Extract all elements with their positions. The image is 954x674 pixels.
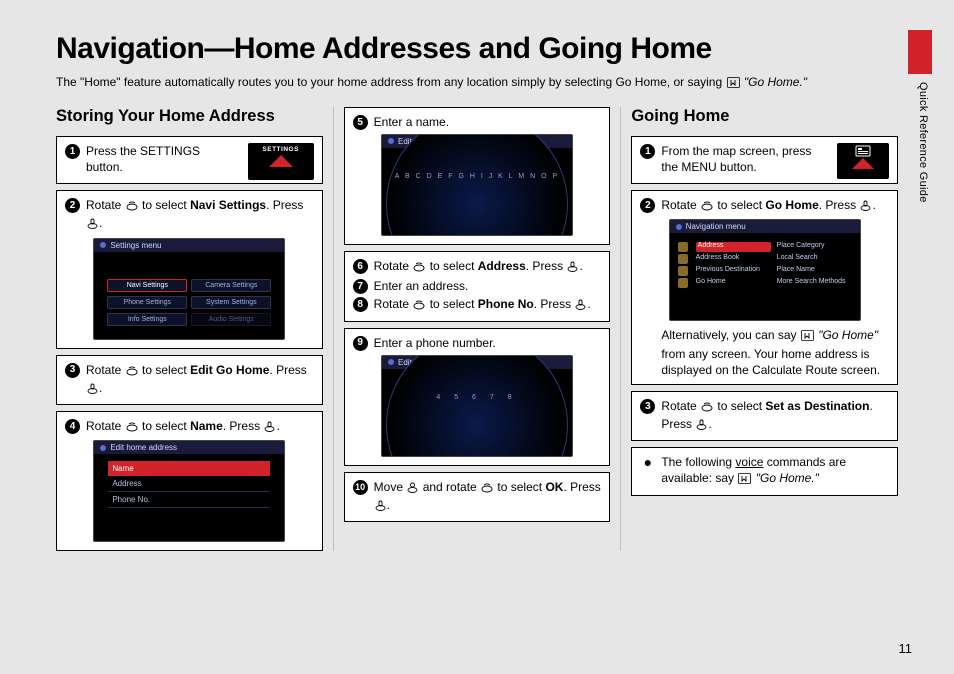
step-4-text: Rotate to select Name. Press . (86, 418, 280, 436)
going-step-1-text: From the map screen, press the MENU butt… (661, 143, 821, 175)
enter-icon (264, 420, 275, 436)
going-step-2-alt: Alternatively, you can say "Go Home" fro… (661, 327, 889, 378)
heading-storing: Storing Your Home Address (56, 107, 323, 126)
step-num-9: 9 (353, 336, 368, 351)
screenshot-edit-name: Edit name A B C D E F G H I J K L M N O … (381, 134, 573, 236)
step-4-card: 4 Rotate to select Name. Press . Edit ho… (56, 411, 323, 551)
step-num-7: 7 (353, 279, 368, 294)
enter-icon (375, 499, 386, 515)
going-step-1-card: 1 From the map screen, press the MENU bu… (631, 136, 898, 184)
step-3-card: 3 Rotate to select Edit Go Home. Press . (56, 355, 323, 405)
heading-going-home: Going Home (631, 107, 898, 126)
dial-icon (126, 199, 138, 215)
intro-a: The "Home" feature automatically routes … (56, 75, 726, 89)
step-1-card: 1 Press the SETTINGS button. SETTINGS (56, 136, 323, 184)
going-step-num-3: 3 (640, 399, 655, 414)
step-num-1: 1 (65, 144, 80, 159)
screenshot-settings-menu: Settings menu Navi Settings Camera Setti… (93, 238, 285, 340)
step-num-4: 4 (65, 419, 80, 434)
step-num-2: 2 (65, 198, 80, 213)
joystick-icon (407, 481, 418, 497)
voice-commands-text: The following voice commands are availab… (661, 454, 889, 488)
step-num-6: 6 (353, 259, 368, 274)
going-step-num-1: 1 (640, 144, 655, 159)
step-10-card: 10 Move and rotate to select OK. Press . (344, 472, 611, 522)
menu-button-graphic (837, 143, 889, 179)
settings-button-graphic: SETTINGS (248, 143, 314, 180)
dial-icon (126, 420, 138, 436)
page-title: Navigation—Home Addresses and Going Home (56, 32, 898, 66)
section-tab (908, 30, 932, 74)
dial-icon (413, 298, 425, 314)
going-step-num-2: 2 (640, 198, 655, 213)
arrow-up-icon (852, 158, 874, 169)
col-left: Storing Your Home Address 1 Press the SE… (56, 107, 334, 551)
step-num-8: 8 (353, 297, 368, 312)
dial-icon (126, 364, 138, 380)
dial-icon (701, 400, 713, 416)
step-8-text: Rotate to select Phone No. Press . (374, 296, 591, 314)
arrow-up-icon (269, 155, 293, 167)
voice-icon (727, 76, 740, 93)
bullet-icon: ● (640, 455, 655, 469)
col-middle: 5 Enter a name. Edit name A B C D E F G … (344, 107, 622, 551)
step-6-text: Rotate to select Address. Press . (374, 258, 583, 276)
dial-icon (481, 481, 493, 497)
voice-commands-card: ● The following voice commands are avail… (631, 447, 898, 495)
step-9-text: Enter a phone number. (374, 335, 496, 351)
going-step-2-text: Rotate to select Go Home. Press . (661, 197, 875, 215)
going-step-2-card: 2 Rotate to select Go Home. Press . Navi… (631, 190, 898, 385)
enter-icon (87, 217, 98, 233)
dial-icon (413, 260, 425, 276)
col-right: Going Home 1 From the map screen, press … (631, 107, 898, 551)
step-num-5: 5 (353, 115, 368, 130)
menu-icon (855, 145, 871, 157)
columns: Storing Your Home Address 1 Press the SE… (56, 107, 898, 551)
step-10-text: Move and rotate to select OK. Press . (374, 479, 602, 515)
settings-btn-label: SETTINGS (262, 146, 299, 153)
step-9-card: 9 Enter a phone number. Edit phone numbe… (344, 328, 611, 466)
page: Quick Reference Guide Navigation—Home Ad… (0, 0, 954, 674)
enter-icon (860, 199, 871, 215)
voice-icon (738, 472, 751, 488)
voice-icon (801, 329, 814, 345)
screenshot-nav-menu: Navigation menu AddressPlace Category Ad… (669, 219, 861, 321)
enter-icon (575, 298, 586, 314)
step-num-3: 3 (65, 363, 80, 378)
step-1-text: Press the SETTINGS button. (86, 143, 226, 175)
screenshot-edit-home: Edit home address Name Address Phone No. (93, 440, 285, 542)
page-number: 11 (899, 641, 913, 656)
intro-voice: "Go Home." (744, 75, 807, 89)
step-num-10: 10 (353, 480, 368, 495)
enter-icon (567, 260, 578, 276)
screenshot-edit-phone: Edit phone number 4 5 6 7 8 (381, 355, 573, 457)
going-step-3-card: 3 Rotate to select Set as Destination. P… (631, 391, 898, 441)
step-2-card: 2 Rotate to select Navi Settings. Press … (56, 190, 323, 348)
step-6-8-card: 6 Rotate to select Address. Press . 7 En… (344, 251, 611, 322)
step-3-text: Rotate to select Edit Go Home. Press . (86, 362, 314, 398)
going-step-3-text: Rotate to select Set as Destination. Pre… (661, 398, 889, 434)
enter-icon (87, 382, 98, 398)
step-5-card: 5 Enter a name. Edit name A B C D E F G … (344, 107, 611, 245)
step-2-text: Rotate to select Navi Settings. Press . (86, 197, 314, 233)
side-label: Quick Reference Guide (917, 82, 929, 203)
intro-text: The "Home" feature automatically routes … (56, 74, 886, 93)
enter-icon (696, 418, 707, 434)
dial-icon (701, 199, 713, 215)
step-5-text: Enter a name. (374, 114, 449, 130)
step-7-text: Enter an address. (374, 278, 469, 294)
